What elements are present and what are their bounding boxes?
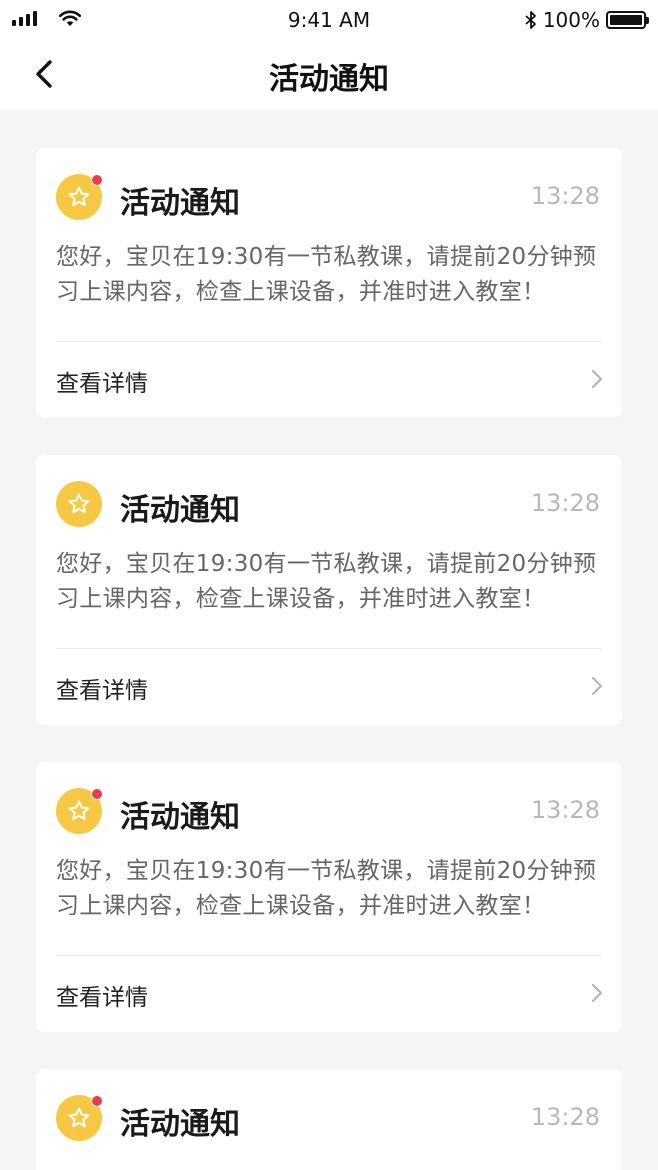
notification-card: 活动通知 13:28 您好，宝贝在19:30有一节私教课，请提前20分钟预习上课…	[36, 762, 622, 1032]
view-details-link[interactable]: 查看详情	[56, 968, 603, 1018]
status-bar: 9:41 AM 100%	[0, 0, 658, 38]
unread-dot	[91, 174, 103, 186]
view-details-label: 查看详情	[56, 985, 148, 1011]
star-badge-icon	[56, 174, 103, 220]
star-badge-icon	[56, 481, 102, 527]
chevron-right-icon	[591, 983, 603, 1003]
view-details-link[interactable]: 查看详情	[56, 661, 603, 711]
view-details-label: 查看详情	[56, 678, 148, 704]
view-details-label: 查看详情	[56, 371, 148, 397]
star-badge-icon	[56, 788, 103, 834]
divider	[56, 648, 602, 649]
view-details-link[interactable]: 查看详情	[56, 354, 603, 404]
divider	[56, 955, 602, 956]
notification-card: 活动通知 13:28 您好，宝贝在19:30有一节私教课，请提前20分钟预习上课…	[36, 455, 622, 725]
star-badge-icon	[56, 1095, 103, 1141]
notification-card: 活动通知 13:28 您好，宝贝在19:30有一节私教课，请提前20分钟预习上课…	[36, 148, 622, 418]
battery-percent: 100%	[542, 8, 600, 32]
notification-title: 活动通知	[120, 1107, 240, 1142]
chevron-right-icon	[591, 676, 603, 696]
notification-body: 您好，宝贝在19:30有一节私教课，请提前20分钟预习上课内容，检查上课设备，并…	[56, 551, 597, 612]
notification-body: 您好，宝贝在19:30有一节私教课，请提前20分钟预习上课内容，检查上课设备，并…	[56, 244, 597, 305]
navigation-bar: 活动通知	[0, 38, 658, 110]
battery-icon	[606, 11, 649, 29]
notification-time: 13:28	[530, 1103, 600, 1131]
divider	[56, 341, 602, 342]
chevron-right-icon	[591, 369, 603, 389]
notification-title: 活动通知	[120, 493, 240, 528]
bluetooth-icon	[525, 11, 536, 29]
unread-dot	[91, 1095, 103, 1107]
notification-title: 活动通知	[120, 800, 240, 835]
unread-dot	[91, 788, 103, 800]
top-bar: 9:41 AM 100% 活动通知	[0, 0, 658, 110]
notification-card: 活动通知 13:28	[36, 1069, 622, 1170]
page-title: 活动通知	[269, 62, 389, 97]
notification-title: 活动通知	[120, 186, 240, 221]
notification-body: 您好，宝贝在19:30有一节私教课，请提前20分钟预习上课内容，检查上课设备，并…	[56, 858, 597, 919]
notification-time: 13:28	[530, 182, 600, 210]
notification-time: 13:28	[530, 489, 600, 517]
notification-time: 13:28	[530, 796, 600, 824]
